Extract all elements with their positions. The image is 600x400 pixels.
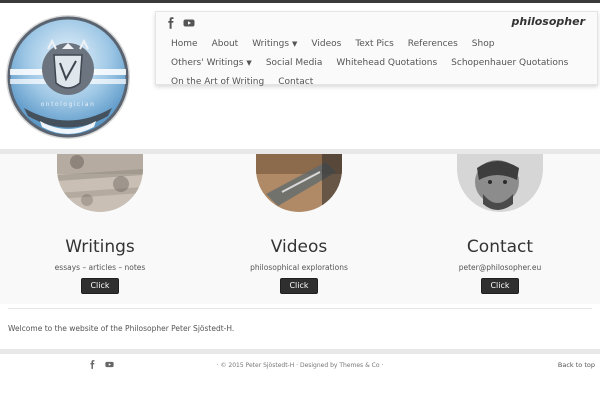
content-divider: [8, 308, 592, 309]
facebook-icon[interactable]: [165, 17, 177, 29]
copyright-text: · © 2015 Peter Sjöstedt-H · Designed by …: [216, 362, 384, 369]
youtube-icon[interactable]: [183, 17, 195, 29]
menu-item-social-media[interactable]: Social Media: [259, 55, 330, 71]
menu-row-2: Others' Writings ▼ Social Media Whitehead…: [164, 55, 594, 71]
nav-box: philosopher Home About Writings ▼ Videos …: [155, 11, 598, 87]
caret-down-icon: ▼: [292, 40, 298, 48]
feature-contact: Contact peter@philosopher.eu Click: [400, 154, 600, 294]
menu-item-about[interactable]: About: [205, 36, 246, 52]
welcome-text: Welcome to the website of the Philosophe…: [8, 324, 235, 333]
menu-item-videos[interactable]: Videos: [304, 36, 348, 52]
click-button-writings[interactable]: Click: [81, 278, 119, 294]
site-title[interactable]: philosopher: [512, 15, 586, 28]
site-logo[interactable]: ontologician: [4, 13, 132, 141]
menu-item-text-pics[interactable]: Text Pics: [348, 36, 400, 52]
feature-section: Writings essays – articles – notes Click…: [0, 154, 600, 304]
logo-emblem-icon: ontologician: [6, 15, 130, 139]
header-social: [165, 17, 195, 29]
portrait-image: [457, 154, 543, 212]
menu-row-1: Home About Writings ▼ Videos Text Pics Re…: [164, 36, 594, 52]
site-footer: · © 2015 Peter Sjöstedt-H · Designed by …: [0, 354, 600, 400]
caret-down-icon: ▼: [246, 59, 252, 67]
feature-writings: Writings essays – articles – notes Click: [0, 154, 200, 294]
feature-subtitle: philosophical explorations: [250, 263, 348, 272]
menu-row-3: On the Art of Writing Contact: [164, 74, 594, 90]
menu-item-schopenhauer-quotations[interactable]: Schopenhauer Quotations: [444, 55, 575, 71]
menu-item-home[interactable]: Home: [164, 36, 205, 52]
menu-item-art-of-writing[interactable]: On the Art of Writing: [164, 74, 271, 90]
feature-subtitle: essays – articles – notes: [54, 263, 146, 272]
menu-item-writings[interactable]: Writings ▼: [245, 36, 304, 52]
feature-image-contact[interactable]: [457, 154, 543, 212]
feature-heading: Contact: [466, 237, 534, 257]
click-button-videos[interactable]: Click: [280, 278, 318, 294]
site-header: ontologician philosopher Home About Writ…: [0, 3, 600, 150]
logo-text: ontologician: [41, 101, 96, 108]
feature-heading: Videos: [270, 237, 328, 257]
menu-item-references[interactable]: References: [401, 36, 465, 52]
menu-item-shop[interactable]: Shop: [465, 36, 502, 52]
feature-image-videos[interactable]: [256, 154, 342, 212]
feature-videos: Videos philosophical explorations Click: [199, 154, 399, 294]
menu-item-others-writings[interactable]: Others' Writings ▼: [164, 55, 259, 71]
menu-item-whitehead-quotations[interactable]: Whitehead Quotations: [329, 55, 444, 71]
menu-item-contact[interactable]: Contact: [271, 74, 320, 90]
back-to-top-link[interactable]: Back to top: [558, 361, 595, 369]
click-button-contact[interactable]: Click: [481, 278, 519, 294]
feature-heading: Writings: [65, 237, 135, 257]
feature-image-writings[interactable]: [57, 154, 143, 212]
feature-subtitle: peter@philosopher.eu: [458, 263, 542, 272]
main-menu: Home About Writings ▼ Videos Text Pics Re…: [164, 36, 594, 90]
book-text-image: [57, 154, 143, 212]
video-still-image: [256, 154, 342, 212]
